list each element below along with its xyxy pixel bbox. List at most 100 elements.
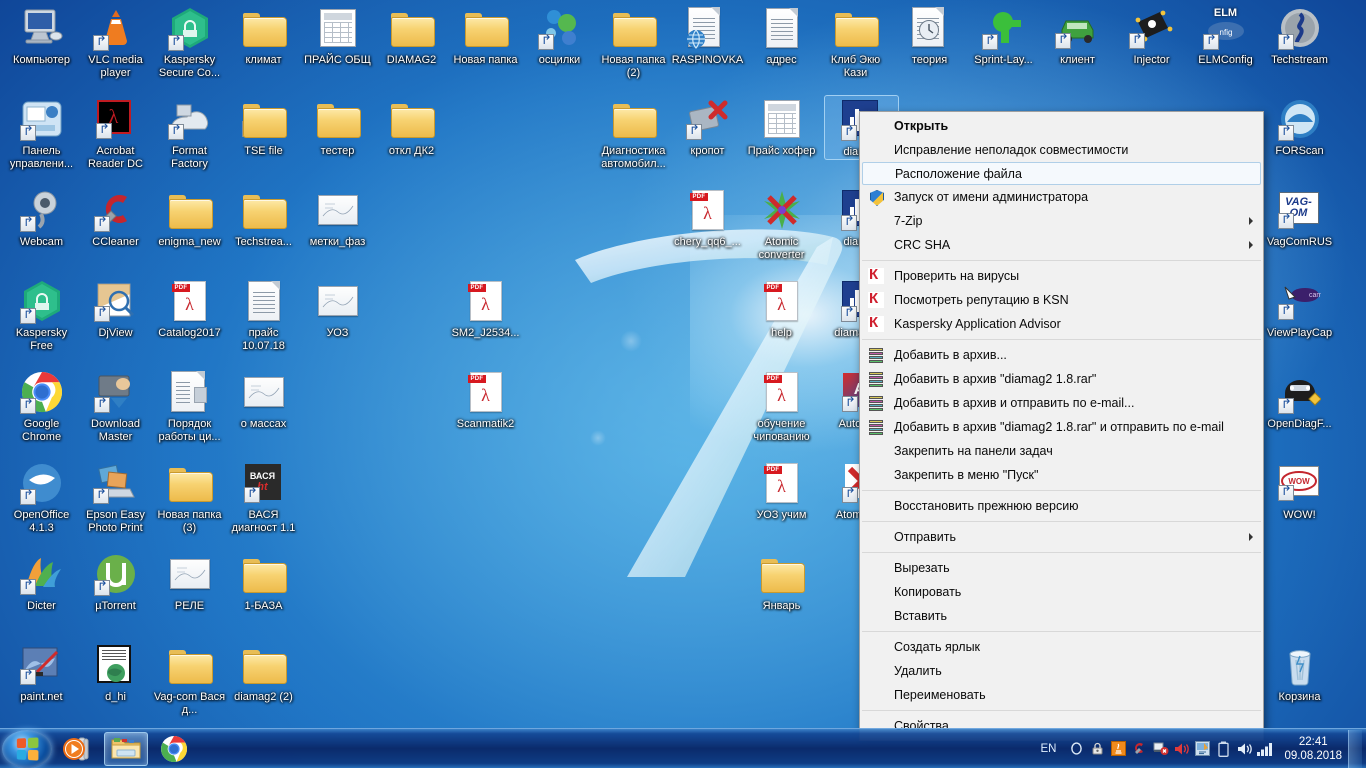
start-button[interactable] <box>2 729 52 768</box>
network-error-icon[interactable] <box>1151 738 1170 760</box>
desktop-icon-folder[interactable]: тестер <box>300 95 375 158</box>
context-menu-item[interactable]: Добавить в архив... <box>860 343 1263 367</box>
battery-icon[interactable] <box>1214 738 1233 760</box>
desktop-icon-kaspersky[interactable]: Kaspersky Free <box>4 277 79 352</box>
desktop-icon-kaspersky[interactable]: Kaspersky Secure Co... <box>152 4 227 79</box>
taskbar[interactable]: EN 22:41 09.08.2018 <box>0 728 1366 768</box>
desktop-icon-img[interactable]: УОЗ <box>300 277 375 340</box>
desktop-icon-acrobat[interactable]: λAcrobat Reader DC <box>78 95 153 170</box>
desktop-icon-pdf[interactable]: PDF λ Catalog2017 <box>152 277 227 340</box>
desktop-icon-dlmaster[interactable]: Download Master <box>78 368 153 443</box>
desktop-icon-elm[interactable]: ELMnfig ELMConfig <box>1188 4 1263 67</box>
desktop-icon-pdf[interactable]: PDF λ chery_qq6_... <box>670 186 745 249</box>
desktop-icon-broken[interactable]: кропот <box>670 95 745 158</box>
context-menu-item[interactable]: Добавить в архив и отправить по e-mail..… <box>860 391 1263 415</box>
desktop-icon-pdf[interactable]: PDF λ Scanmatik2 <box>448 368 523 431</box>
context-menu-item[interactable]: Закрепить в меню "Пуск" <box>860 463 1263 487</box>
desktop-icon-folder[interactable]: Vag-com Вася д... <box>152 641 227 716</box>
desktop-icon-folder-sc[interactable]: TSE file <box>226 95 301 158</box>
action-center-icon[interactable] <box>1193 738 1212 760</box>
context-menu-item[interactable]: Kaspersky Application Advisor <box>860 312 1263 336</box>
desktop-icon-textdoc[interactable]: прайс 10.07.18 <box>226 277 301 352</box>
language-indicator[interactable]: EN <box>1040 743 1056 755</box>
context-menu-item[interactable]: Копировать <box>860 580 1263 604</box>
desktop-icon-img[interactable]: метки_фаз <box>300 186 375 249</box>
desktop-icon-img[interactable]: о массах <box>226 368 301 431</box>
context-menu-item[interactable]: Проверить на вирусы <box>860 264 1263 288</box>
desktop-icon-pdf[interactable]: PDF λ help <box>744 277 819 340</box>
desktop-icon-techstream[interactable]: Techstream <box>1262 4 1337 67</box>
desktop-icon-img[interactable]: РЕЛЕ <box>152 550 227 613</box>
desktop-icon-xls[interactable]: Прайс хофер <box>744 95 819 158</box>
desktop-icon-folder[interactable]: Январь <box>744 550 819 613</box>
context-menu-item[interactable]: Посмотреть репутацию в KSN <box>860 288 1263 312</box>
clock[interactable]: 22:41 09.08.2018 <box>1284 735 1342 763</box>
context-menu-item[interactable]: Вырезать <box>860 556 1263 580</box>
desktop-icon-ccleaner[interactable]: CCleaner <box>78 186 153 249</box>
desktop-icon-recyclebin[interactable]: Корзина <box>1262 641 1337 704</box>
desktop-icon-injector[interactable]: Injector <box>1114 4 1189 67</box>
desktop-icon-opendiag[interactable]: OpenDiagF... <box>1262 368 1337 431</box>
desktop-icon-chrome[interactable]: Google Chrome <box>4 368 79 443</box>
system-tray[interactable]: EN 22:41 09.08.2018 <box>1040 729 1366 768</box>
taskbar-button-explorer[interactable] <box>104 731 148 766</box>
desktop-icon-folder[interactable]: климат <box>226 4 301 67</box>
context-menu-item[interactable]: Вставить <box>860 604 1263 628</box>
desktop-icon-htmldoc[interactable]: RASPINOVKA <box>670 4 745 67</box>
desktop-icon-formatfactory[interactable]: Format Factory <box>152 95 227 170</box>
context-menu-item[interactable]: Отправить <box>860 525 1263 549</box>
context-menu-item[interactable]: Добавить в архив "diamag2 1.8.rar" <box>860 367 1263 391</box>
kaspersky-tray-icon[interactable] <box>1088 738 1107 760</box>
context-menu-item[interactable]: CRC SHA <box>860 233 1263 257</box>
hidden-icons-chevron[interactable] <box>1067 738 1086 760</box>
ccleaner-tray-icon[interactable] <box>1130 738 1149 760</box>
desktop-icon-pdf[interactable]: PDF λ SM2_J2534... <box>448 277 523 340</box>
desktop-icon-sprint[interactable]: Sprint-Lay... <box>966 4 1041 67</box>
context-menu-item[interactable]: Восстановить прежнюю версию <box>860 494 1263 518</box>
java-tray-icon[interactable] <box>1109 738 1128 760</box>
signal-bars-icon[interactable] <box>1256 738 1275 760</box>
context-menu-item[interactable]: Переименовать <box>860 683 1263 707</box>
desktop-icon-folder[interactable]: diamag2 (2) <box>226 641 301 704</box>
desktop-icon-vagcom[interactable]: VAG-OM VagComRUS <box>1262 186 1337 249</box>
desktop-icon-vasya[interactable]: ВАСЯhtВАСЯ диагност 1.1 <box>226 459 301 534</box>
desktop-icon-djview[interactable]: DjView <box>78 277 153 340</box>
desktop-icon-pdf[interactable]: PDF λ обучение чипованию <box>744 368 819 443</box>
context-menu-item[interactable]: Удалить <box>860 659 1263 683</box>
desktop-icon-folder[interactable]: откл ДК2 <box>374 95 449 158</box>
desktop-icon-folder[interactable]: 1-БАЗА <box>226 550 301 613</box>
speaker-icon[interactable] <box>1235 738 1254 760</box>
context-menu-item[interactable]: 7-Zip <box>860 209 1263 233</box>
desktop-icon-pdf[interactable]: PDF λ УОЗ учим <box>744 459 819 522</box>
context-menu-item[interactable]: Создать ярлык <box>860 635 1263 659</box>
context-menu-item[interactable]: Закрепить на панели задач <box>860 439 1263 463</box>
desktop-icon-computer[interactable]: Компьютер <box>4 4 79 67</box>
volume-icon[interactable] <box>1172 738 1191 760</box>
desktop-icon-openoffice[interactable]: OpenOffice 4.1.3 <box>4 459 79 534</box>
desktop-icon-textdoc[interactable]: адрес <box>744 4 819 67</box>
desktop-icon-vlc[interactable]: VLC media player <box>78 4 153 79</box>
desktop-icon-atomic[interactable]: Atomic converter <box>744 186 819 261</box>
desktop-icon-folder[interactable]: Клиб Экю Кази <box>818 4 893 79</box>
desktop-icon-folder[interactable]: Новая папка <box>448 4 523 67</box>
desktop-icon-folder[interactable]: Новая папка (3) <box>152 459 227 534</box>
desktop-icon-dhi[interactable]: d_hi <box>78 641 153 704</box>
desktop-icon-clockdoc[interactable]: теория <box>892 4 967 67</box>
desktop-icon-webcam[interactable]: Webcam <box>4 186 79 249</box>
desktop-icon-folder[interactable]: Диагностика автомобил... <box>596 95 671 170</box>
desktop-icon-dicter[interactable]: Dicter <box>4 550 79 613</box>
desktop-icon-forscan[interactable]: FORScan <box>1262 95 1337 158</box>
desktop-icon-doc[interactable]: Порядок работы ци... <box>152 368 227 443</box>
show-desktop-button[interactable] <box>1348 729 1362 768</box>
taskbar-button-chrome[interactable] <box>152 732 196 766</box>
desktop-icon-xls[interactable]: ПРАЙС ОБЩ <box>300 4 375 67</box>
desktop-icon-spheres[interactable]: осцилки <box>522 4 597 67</box>
desktop-icon-wow[interactable]: WOW WOW! <box>1262 459 1337 522</box>
context-menu-item[interactable]: Расположение файла <box>862 162 1261 185</box>
context-menu[interactable]: Открыть Исправление неполадок совместимос… <box>859 111 1264 741</box>
desktop-icon-viewplay[interactable]: cam ViewPlayCap <box>1262 277 1337 340</box>
desktop-icon-folder[interactable]: Techstrea... <box>226 186 301 249</box>
desktop-icon-cpanel[interactable]: Панель управлени... <box>4 95 79 170</box>
context-menu-item[interactable]: Запуск от имени администратора <box>860 185 1263 209</box>
taskbar-button-wmp[interactable] <box>56 732 100 766</box>
